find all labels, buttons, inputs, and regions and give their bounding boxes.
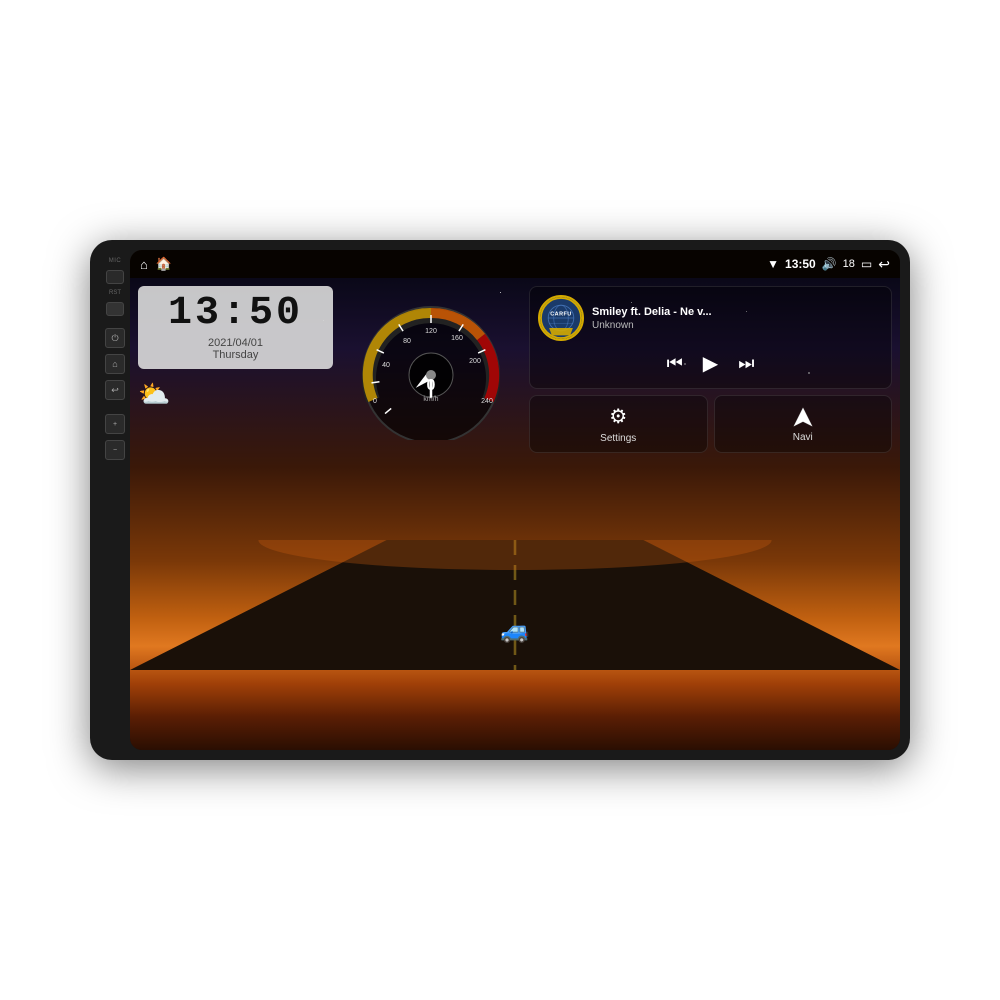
speedometer-display: 0 40 80 120 160 200 240 [346, 295, 516, 440]
svg-text:0: 0 [427, 377, 436, 394]
carfu-logo-svg: CARFU [540, 295, 582, 341]
mic-button[interactable] [106, 270, 124, 284]
svg-text:160: 160 [451, 335, 463, 342]
rst-label: RST [109, 290, 121, 296]
settings-button[interactable]: ⚙ Settings [529, 395, 708, 453]
main-screen: ⌂ 🏠 ▼ 13:50 🔊 18 ▭ ↩ [130, 250, 900, 750]
svg-text:CARFU: CARFU [550, 311, 571, 317]
home-side-button[interactable]: ⌂ [105, 354, 125, 374]
music-header: CARFU Smiley ft. Delia - Ne v... Unknown [538, 295, 883, 341]
status-time: 13:50 [785, 257, 816, 271]
wifi-icon: ▼ [767, 257, 779, 271]
widgets-row: 13:50 2021/04/01 Thursday ⛅ [130, 278, 900, 670]
player-controls: ⏮ ▶ ⏭ [538, 347, 883, 380]
volume-icon: 🔊 [822, 257, 837, 271]
car-head-unit: MIC RST ⏻ ⌂ ↩ + − ⌂ 🏠 ▼ 13:50 [90, 240, 910, 760]
house-icon[interactable]: 🏠 [156, 256, 172, 272]
power-button[interactable]: ⏻ [105, 328, 125, 348]
background-scene: 🚙 13:50 2021/04/01 Thursday ⛅ [130, 278, 900, 750]
navi-icon [792, 406, 814, 428]
svg-text:0: 0 [373, 398, 377, 405]
speedometer-widget: 0 40 80 120 160 200 240 [341, 286, 521, 662]
weather-widget: ⛅ [138, 375, 333, 410]
speedometer-svg: 0 40 80 120 160 200 240 [346, 295, 516, 440]
rst-button[interactable] [106, 302, 124, 316]
home-icon[interactable]: ⌂ [140, 257, 148, 272]
clock-date-display: 2021/04/01 [152, 337, 319, 349]
clock-time-display: 13:50 [152, 294, 319, 334]
music-player-widget: CARFU Smiley ft. Delia - Ne v... Unknown [529, 286, 892, 389]
side-buttons-panel: MIC RST ⏻ ⌂ ↩ + − [100, 250, 130, 750]
weather-icon: ⛅ [138, 379, 170, 410]
left-column: 13:50 2021/04/01 Thursday ⛅ [138, 286, 333, 662]
svg-text:120: 120 [425, 328, 437, 335]
carfu-logo: CARFU [538, 295, 584, 341]
navi-button[interactable]: Navi [714, 395, 893, 453]
content-overlay: 13:50 2021/04/01 Thursday ⛅ [130, 278, 900, 670]
svg-text:40: 40 [382, 362, 390, 369]
back-icon[interactable]: ↩ [878, 256, 890, 273]
settings-navi-row: ⚙ Settings Navi [529, 395, 892, 453]
play-button[interactable]: ▶ [703, 351, 718, 376]
settings-label: Settings [600, 433, 636, 444]
clock-widget: 13:50 2021/04/01 Thursday [138, 286, 333, 369]
next-button[interactable]: ⏭ [738, 353, 754, 374]
mic-label: MIC [109, 258, 122, 264]
back-side-button[interactable]: ↩ [105, 380, 125, 400]
status-bar: ⌂ 🏠 ▼ 13:50 🔊 18 ▭ ↩ [130, 250, 900, 278]
vol-down-button[interactable]: − [105, 440, 125, 460]
svg-text:240: 240 [481, 398, 493, 405]
navi-label: Navi [793, 432, 813, 443]
vol-up-button[interactable]: + [105, 414, 125, 434]
svg-text:km/h: km/h [423, 396, 438, 403]
right-column: CARFU Smiley ft. Delia - Ne v... Unknown [529, 286, 892, 662]
song-info: Smiley ft. Delia - Ne v... Unknown [592, 305, 883, 330]
car-on-road-icon: 🚙 [500, 616, 530, 645]
song-title: Smiley ft. Delia - Ne v... [592, 305, 883, 319]
song-artist: Unknown [592, 320, 883, 331]
prev-button[interactable]: ⏮ [667, 353, 683, 374]
volume-level: 18 [843, 258, 855, 270]
settings-icon: ⚙ [609, 404, 627, 429]
svg-text:80: 80 [403, 338, 411, 345]
window-icon: ▭ [861, 257, 872, 271]
svg-text:200: 200 [469, 358, 481, 365]
clock-day-display: Thursday [152, 349, 319, 361]
